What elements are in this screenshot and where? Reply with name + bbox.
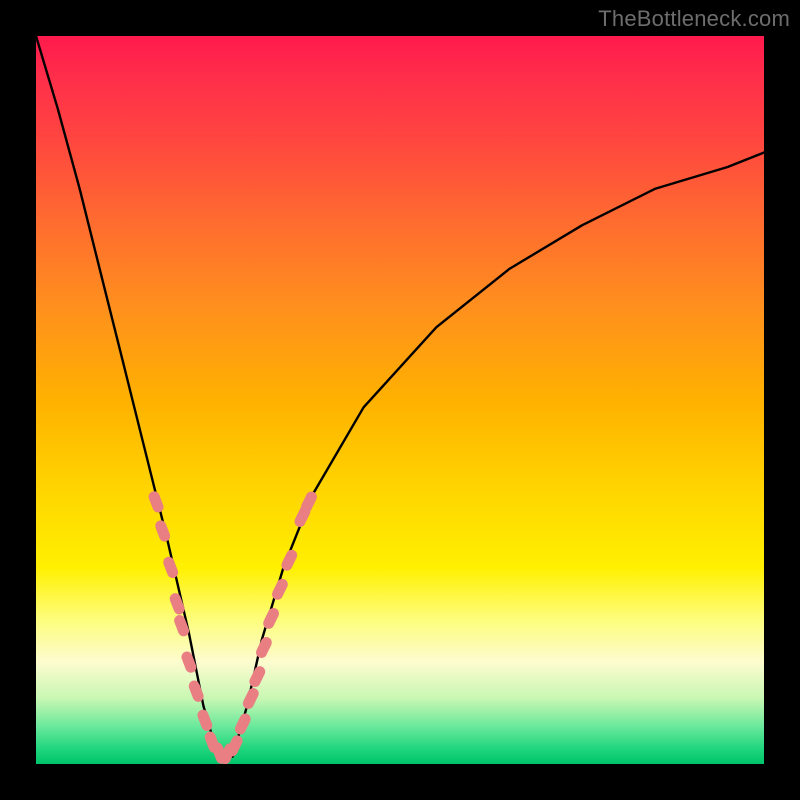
sample-markers [147, 490, 319, 764]
chart-frame: TheBottleneck.com [0, 0, 800, 800]
bottleneck-curve [36, 36, 764, 757]
plot-area [36, 36, 764, 764]
watermark-text: TheBottleneck.com [598, 6, 790, 32]
chart-svg [36, 36, 764, 764]
